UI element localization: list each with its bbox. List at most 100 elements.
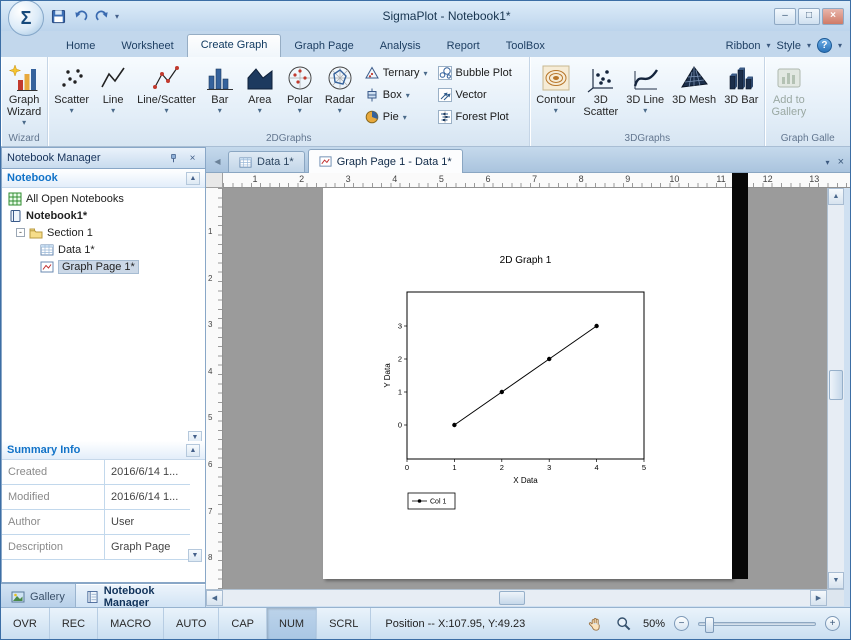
toggle-cap[interactable]: CAP bbox=[219, 608, 267, 639]
toggle-macro[interactable]: MACRO bbox=[98, 608, 164, 639]
toggle-rec[interactable]: REC bbox=[50, 608, 98, 639]
area-button[interactable]: Area ▾ bbox=[240, 57, 280, 133]
toggle-ovr[interactable]: OVR bbox=[1, 608, 50, 639]
pin-icon[interactable] bbox=[166, 151, 181, 166]
page-edge-black-strip bbox=[732, 173, 748, 579]
graph-wizard-button[interactable]: Graph Wizard ▾ bbox=[3, 57, 45, 133]
ribbon-menu[interactable]: Ribbon bbox=[726, 40, 761, 52]
pie-button[interactable]: Pie ▾ bbox=[360, 106, 433, 128]
scroll-up-icon[interactable]: ▲ bbox=[186, 172, 200, 185]
ternary-button[interactable]: Ternary ▾ bbox=[360, 62, 433, 84]
3d-scatter-icon bbox=[586, 61, 616, 94]
close-button[interactable]: × bbox=[822, 8, 844, 25]
scroll-down-icon[interactable]: ▼ bbox=[188, 549, 202, 562]
zoom-controls: 50% − + bbox=[585, 608, 850, 639]
3d-mesh-button[interactable]: 3D Mesh bbox=[668, 57, 720, 133]
3d-bar-button[interactable]: 3D Bar bbox=[720, 57, 762, 133]
status-bar: OVR REC MACRO AUTO CAP NUM SCRL Position… bbox=[1, 607, 850, 639]
tree-item-data1[interactable]: Data 1* bbox=[2, 241, 205, 258]
group-label-wizard: Wizard bbox=[3, 133, 45, 146]
toggle-auto[interactable]: AUTO bbox=[164, 608, 219, 639]
chevron-down-icon: ▾ bbox=[70, 106, 74, 115]
zoom-tool-button[interactable] bbox=[614, 614, 634, 634]
graph-page-icon bbox=[319, 155, 332, 168]
table-row: Created 2016/6/14 1... bbox=[2, 460, 190, 485]
tab-worksheet[interactable]: Worksheet bbox=[108, 35, 186, 57]
horizontal-scrollbar[interactable]: ◀ ▶ bbox=[206, 589, 827, 606]
box-plot-button[interactable]: Box ▾ bbox=[360, 84, 433, 106]
tab-create-graph[interactable]: Create Graph bbox=[187, 34, 282, 57]
graph-wizard-icon bbox=[9, 61, 39, 94]
chevron-down-icon[interactable]: ▾ bbox=[838, 41, 842, 50]
scroll-down-icon[interactable]: ▼ bbox=[828, 572, 844, 589]
tab-analysis[interactable]: Analysis bbox=[367, 35, 434, 57]
style-menu[interactable]: Style bbox=[777, 40, 801, 52]
line-button[interactable]: Line ▾ bbox=[93, 57, 133, 133]
save-button[interactable] bbox=[49, 7, 67, 25]
maximize-button[interactable]: □ bbox=[798, 8, 820, 25]
polar-button[interactable]: Polar ▾ bbox=[280, 57, 320, 133]
tree-item-notebook1[interactable]: Notebook1* bbox=[2, 207, 205, 224]
zoom-slider[interactable] bbox=[698, 622, 816, 626]
line-scatter-button[interactable]: Line/Scatter ▾ bbox=[133, 57, 200, 133]
scatter-button[interactable]: Scatter ▾ bbox=[50, 57, 93, 133]
close-icon[interactable]: × bbox=[185, 151, 200, 166]
window-title: SigmaPlot - Notebook1* bbox=[119, 9, 774, 23]
vertical-scrollbar-thumb[interactable] bbox=[829, 370, 843, 400]
app-window: Σ ▾ SigmaPlot - Notebook1* – □ × Home Wo… bbox=[0, 0, 851, 640]
group-label-2d-graphs: 2DGraphs bbox=[50, 133, 527, 146]
tab-toolbox[interactable]: ToolBox bbox=[493, 35, 558, 57]
pan-hand-button[interactable] bbox=[585, 614, 605, 634]
summary-section-header: Summary Info ▲ bbox=[2, 441, 205, 460]
help-button[interactable]: ? bbox=[817, 38, 832, 53]
forest-plot-button[interactable]: Forest Plot bbox=[433, 106, 517, 128]
add-to-gallery-button[interactable]: Add to Gallery bbox=[767, 57, 810, 133]
tree-item-all-open-notebooks[interactable]: All Open Notebooks bbox=[2, 190, 205, 207]
close-document-button[interactable]: × bbox=[838, 156, 844, 168]
toggle-scrl[interactable]: SCRL bbox=[317, 608, 371, 639]
tab-scroll-left-button[interactable]: ◀ bbox=[210, 153, 225, 170]
vector-button[interactable]: Vector bbox=[433, 84, 517, 106]
notebook-manager-icon bbox=[86, 590, 99, 604]
tab-graph-page[interactable]: Graph Page bbox=[281, 35, 366, 57]
ruler-number: 4 bbox=[208, 367, 220, 376]
horizontal-scrollbar-thumb[interactable] bbox=[499, 591, 525, 605]
ruler-number: 9 bbox=[623, 174, 633, 184]
svg-text:X Data: X Data bbox=[513, 476, 538, 485]
tab-list-button[interactable]: ▾ bbox=[826, 158, 830, 167]
ruler-number: 13 bbox=[809, 174, 819, 184]
tree-collapse-icon[interactable]: - bbox=[16, 228, 25, 237]
chevron-down-icon: ▾ bbox=[643, 106, 647, 115]
bubble-plot-button[interactable]: Bubble Plot bbox=[433, 62, 517, 84]
minimize-button[interactable]: – bbox=[774, 8, 796, 25]
3d-scatter-button[interactable]: 3D Scatter bbox=[579, 57, 622, 133]
undo-button[interactable] bbox=[71, 7, 89, 25]
app-logo-button[interactable]: Σ bbox=[8, 0, 44, 36]
scroll-right-icon[interactable]: ▶ bbox=[810, 590, 827, 606]
ribbon-right-controls: Ribbon▾ Style▾ ? ▾ bbox=[718, 38, 850, 57]
tab-home[interactable]: Home bbox=[53, 35, 108, 57]
scroll-up-icon[interactable]: ▲ bbox=[186, 444, 200, 457]
radar-button[interactable]: Radar ▾ bbox=[320, 57, 360, 133]
tree-item-section1[interactable]: - Section 1 bbox=[2, 224, 205, 241]
zoom-slider-thumb[interactable] bbox=[705, 617, 714, 633]
ruler-number: 7 bbox=[208, 507, 220, 516]
ternary-icon bbox=[365, 66, 379, 80]
vertical-scrollbar[interactable]: ▲ ▼ bbox=[827, 188, 844, 589]
tab-data1[interactable]: Data 1* bbox=[228, 151, 305, 172]
bar-button[interactable]: Bar ▾ bbox=[200, 57, 240, 133]
toggle-num[interactable]: NUM bbox=[267, 608, 317, 639]
zoom-out-button[interactable]: − bbox=[674, 616, 689, 631]
tab-report[interactable]: Report bbox=[434, 35, 493, 57]
3d-line-button[interactable]: 3D Line ▾ bbox=[622, 57, 668, 133]
zoom-in-button[interactable]: + bbox=[825, 616, 840, 631]
scroll-left-icon[interactable]: ◀ bbox=[206, 590, 223, 606]
box-plot-icon bbox=[365, 88, 379, 102]
tree-item-graph-page1[interactable]: Graph Page 1* bbox=[2, 258, 205, 275]
tab-graph-page1[interactable]: Graph Page 1 - Data 1* bbox=[308, 149, 463, 173]
redo-button[interactable] bbox=[93, 7, 111, 25]
tab-gallery[interactable]: Gallery bbox=[1, 584, 76, 609]
scroll-up-icon[interactable]: ▲ bbox=[828, 188, 844, 205]
tab-notebook-manager[interactable]: Notebook Manager bbox=[76, 584, 206, 609]
contour-button[interactable]: Contour ▾ bbox=[532, 57, 579, 133]
